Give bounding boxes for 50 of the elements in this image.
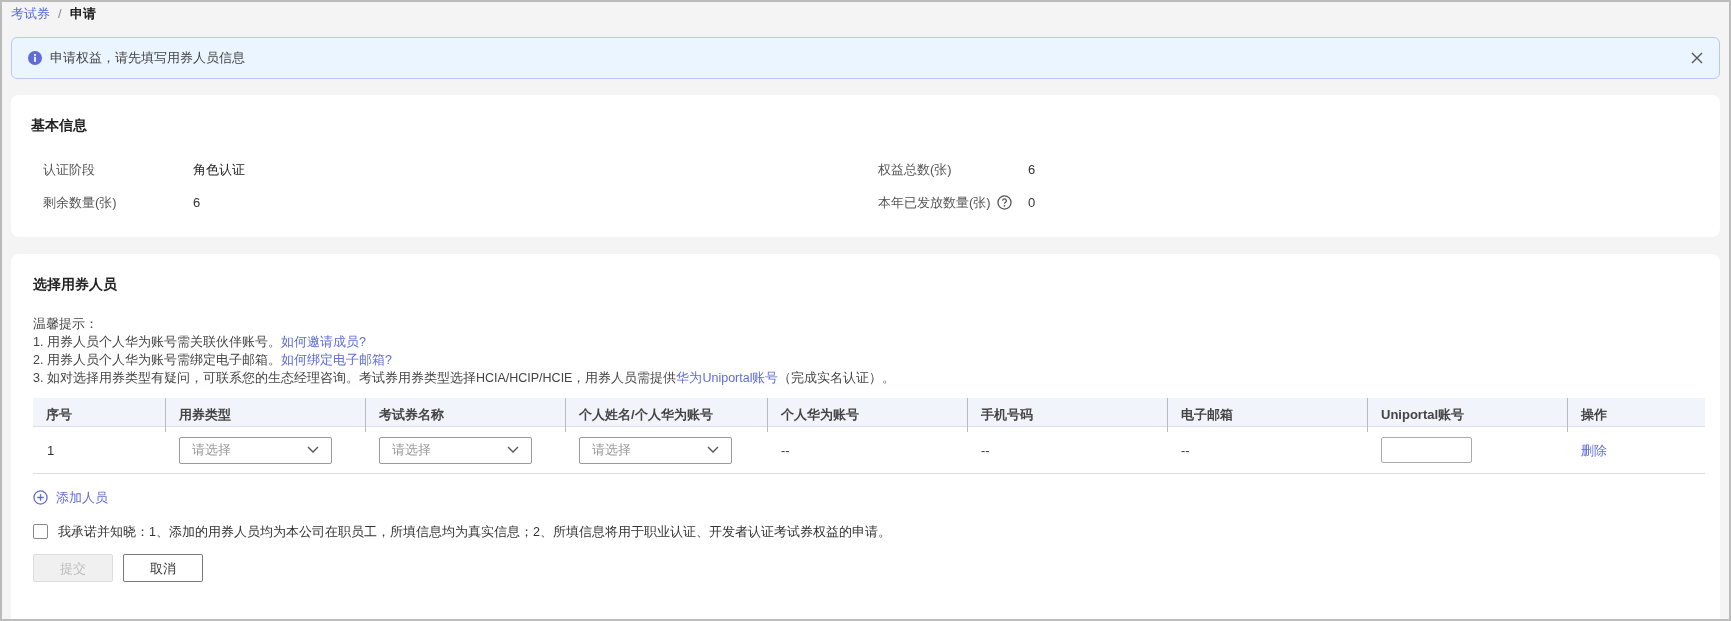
breadcrumb-item[interactable]: 考试券 bbox=[11, 4, 50, 24]
add-person-button[interactable]: 添加人员 bbox=[33, 488, 108, 508]
breadcrumb-item[interactable]: 申请 bbox=[69, 4, 96, 24]
select-dropdown[interactable]: 请选择 bbox=[179, 436, 332, 464]
column-header: 个人姓名/个人华为账号 bbox=[578, 406, 713, 424]
tip-text: 2. 用券人员个人华为账号需绑定电子邮箱。如何绑定电子邮箱? bbox=[33, 352, 393, 369]
help-link[interactable]: 如何邀请成员? bbox=[280, 335, 366, 349]
chevron-down-icon bbox=[307, 446, 319, 454]
field-label: 本年已发放数量(张) bbox=[878, 193, 991, 212]
field-label: 剩余数量(张) bbox=[43, 193, 117, 212]
field-value: 角色认证 bbox=[193, 161, 245, 179]
section-title: 基本信息 bbox=[31, 116, 88, 135]
tip-text: 1. 用券人员个人华为账号需关联伙伴账号。如何邀请成员? bbox=[33, 334, 367, 351]
field-value: 0 bbox=[1028, 193, 1036, 212]
field-value: 6 bbox=[1028, 161, 1036, 179]
field-value: 6 bbox=[193, 193, 201, 212]
column-header: 操作 bbox=[1580, 406, 1607, 424]
help-link[interactable]: 华为Uniportal账号 bbox=[676, 371, 779, 385]
tips-title: 温馨提示： bbox=[33, 316, 99, 333]
column-header: Uniportal账号 bbox=[1380, 406, 1465, 424]
tip-text: 3. 如对选择用券类型有疑问，可联系您的生态经理咨询。考试券用券类型选择HCIA/HCIP/HCIE，用券人员需提供华为Uniportal账号（完成实名认证）。 bbox=[33, 370, 897, 387]
agreement-checkbox[interactable] bbox=[33, 524, 48, 540]
table-cell: 1 bbox=[47, 443, 55, 458]
breadcrumb-separator: / bbox=[58, 5, 62, 24]
close-icon[interactable] bbox=[1691, 52, 1703, 64]
column-header: 个人华为账号 bbox=[780, 406, 859, 424]
column-header: 序号 bbox=[45, 406, 72, 424]
table-cell: -- bbox=[1181, 443, 1190, 458]
help-icon[interactable] bbox=[996, 194, 1012, 210]
column-header: 考试券名称 bbox=[378, 406, 444, 424]
chevron-down-icon bbox=[507, 446, 519, 454]
delete-link[interactable]: 删除 bbox=[1581, 443, 1607, 458]
help-link[interactable]: 如何绑定电子邮箱? bbox=[280, 353, 392, 367]
chevron-down-icon bbox=[707, 446, 719, 454]
column-header: 电子邮箱 bbox=[1180, 406, 1233, 424]
table-cell: -- bbox=[781, 443, 790, 458]
cancel-button[interactable]: 取消 bbox=[123, 554, 203, 583]
agreement-text: 我承诺并知晓：1、添加的用券人员均为本公司在职员工，所填信息均为真实信息；2、所填信息将用于职业认证、开发者认证考试券权益的申请。 bbox=[58, 523, 891, 541]
column-header: 用券类型 bbox=[178, 406, 231, 424]
input-field[interactable] bbox=[1381, 437, 1472, 463]
info-icon bbox=[28, 51, 42, 65]
table-cell: -- bbox=[981, 443, 990, 458]
section-title: 选择用券人员 bbox=[33, 275, 118, 294]
plus-circle-icon bbox=[33, 490, 48, 506]
select-dropdown[interactable]: 请选择 bbox=[579, 436, 732, 464]
select-dropdown[interactable]: 请选择 bbox=[379, 436, 532, 464]
field-label: 认证阶段 bbox=[43, 161, 95, 179]
field-label: 权益总数(张) bbox=[878, 161, 952, 179]
alert-message: 申请权益，请先填写用券人员信息 bbox=[50, 49, 246, 68]
column-header: 手机号码 bbox=[980, 406, 1033, 424]
